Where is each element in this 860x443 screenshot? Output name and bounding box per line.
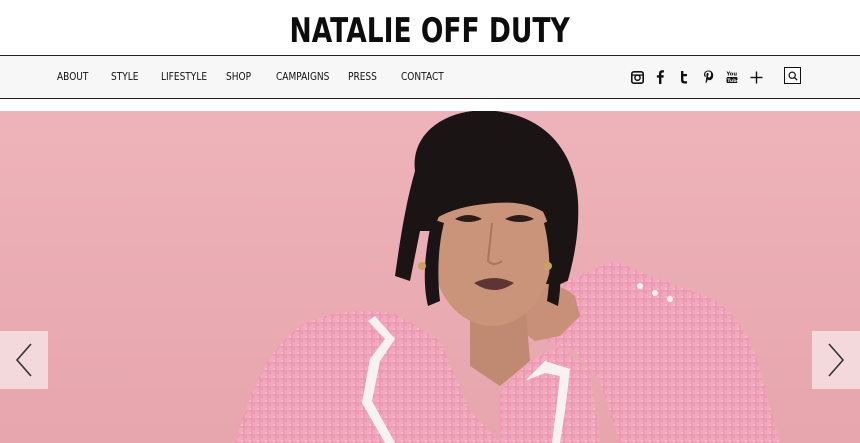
site-header: NATALIE OFF DUTY — [0, 0, 860, 56]
slider-prev-button[interactable] — [0, 331, 48, 389]
slider-next-button[interactable] — [812, 331, 860, 389]
main-nav: ABOUT STYLE LIFESTYLE SHOP CAMPAIGNS PRE… — [0, 55, 860, 99]
bloglovin-plus-icon[interactable] — [746, 67, 766, 87]
nav-item-campaigns[interactable]: CAMPAIGNS — [276, 70, 329, 83]
youtube-icon[interactable]: YouTube — [722, 67, 742, 87]
hero-photo — [0, 111, 860, 443]
nav-item-style[interactable]: STYLE — [111, 70, 138, 83]
chevron-right-icon — [828, 343, 845, 377]
nav-item-press[interactable]: PRESS — [348, 70, 377, 83]
nav-item-about[interactable]: ABOUT — [57, 70, 88, 83]
search-icon — [787, 70, 798, 81]
site-title-logo[interactable]: NATALIE OFF DUTY — [290, 11, 570, 51]
pinterest-icon[interactable] — [698, 67, 718, 87]
svg-text:You: You — [726, 72, 737, 78]
instagram-icon[interactable] — [627, 67, 647, 87]
chevron-left-icon — [15, 343, 32, 377]
svg-text:Tube: Tube — [727, 78, 738, 84]
facebook-icon[interactable] — [650, 67, 670, 87]
nav-item-lifestyle[interactable]: LIFESTYLE — [161, 70, 207, 83]
tumblr-icon[interactable] — [674, 67, 694, 87]
nav-item-contact[interactable]: CONTACT — [401, 70, 444, 83]
search-button[interactable] — [784, 67, 801, 84]
nav-item-shop[interactable]: SHOP — [226, 70, 251, 83]
hero-slider — [0, 111, 860, 443]
